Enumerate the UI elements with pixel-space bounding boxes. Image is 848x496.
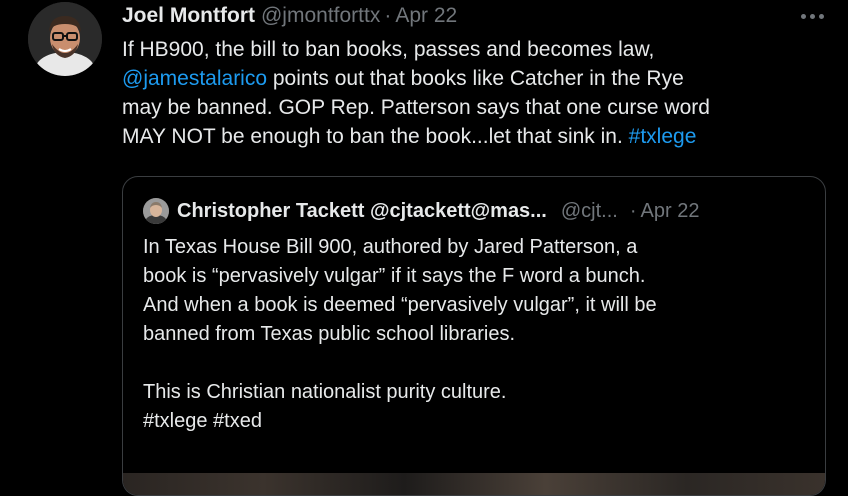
quoted-text-line: This is Christian nationalist purity cul…	[143, 381, 507, 403]
tweet-text: If HB900, the bill to ban books, passes …	[122, 35, 822, 151]
quoted-author-name[interactable]: Christopher Tackett @cjtackett@mas...	[177, 200, 547, 223]
author-handle[interactable]: @jmontforttx	[261, 1, 380, 31]
quoted-author-avatar[interactable]	[143, 198, 169, 224]
mention-link[interactable]: @jamestalarico	[122, 67, 267, 90]
tweet-text-line: MAY NOT be enough to ban the book...let …	[122, 125, 697, 148]
author-avatar[interactable]	[28, 2, 102, 76]
author-name[interactable]: Joel Montfort	[122, 1, 255, 31]
quoted-tweet-text: In Texas House Bill 900, authored by Jar…	[143, 233, 813, 436]
quoted-hashtags: #txlege #txed	[143, 410, 262, 432]
separator-dot: ·	[629, 199, 637, 222]
quoted-author-handle[interactable]: @cjt...	[561, 200, 618, 223]
tweet-text-line: may be banned. GOP Rep. Patterson says t…	[122, 96, 710, 119]
quoted-tweet-header: Christopher Tackett @cjtackett@mas... @c…	[143, 197, 699, 225]
tweet-text-line: If HB900, the bill to ban books, passes …	[122, 38, 655, 61]
quoted-media-preview[interactable]	[123, 473, 825, 495]
tweet[interactable]: Joel Montfort @jmontforttx · Apr 22 If H…	[0, 0, 848, 496]
tweet-header: Joel Montfort @jmontforttx · Apr 22	[122, 1, 457, 31]
separator-dot: ·	[384, 4, 392, 27]
quoted-text-line: And when a book is deemed “pervasively v…	[143, 294, 657, 316]
quoted-text-line: book is “pervasively vulgar” if it says …	[143, 265, 646, 287]
tweet-date[interactable]: Apr 22	[395, 1, 457, 31]
quoted-text-line: In Texas House Bill 900, authored by Jar…	[143, 236, 638, 258]
quoted-text-line: banned from Texas public school librarie…	[143, 323, 516, 345]
quoted-author-avatar-image	[143, 198, 169, 224]
tweet-text-line: @jamestalarico points out that books lik…	[122, 67, 684, 90]
more-options-icon[interactable]	[796, 4, 828, 28]
author-avatar-image	[28, 2, 102, 76]
hashtag-link[interactable]: #txlege	[629, 125, 697, 148]
quoted-tweet-date[interactable]: Apr 22	[641, 200, 700, 223]
quoted-tweet[interactable]: Christopher Tackett @cjtackett@mas... @c…	[122, 176, 826, 496]
